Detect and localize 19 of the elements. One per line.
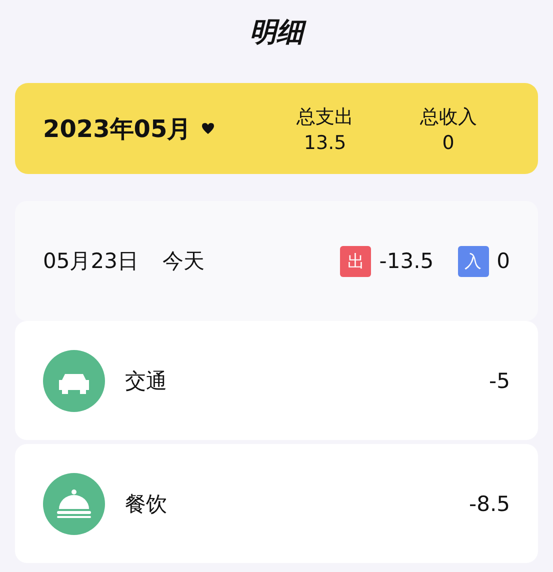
entry-amount: -8.5 (469, 492, 510, 516)
income-badge: 入 (458, 246, 489, 276)
income-total: 0 (442, 132, 454, 154)
food-cover-icon (43, 472, 105, 534)
entry-category: 交通 (125, 368, 168, 394)
entry-row[interactable]: 餐饮 -8.5 (15, 444, 538, 563)
day-label: 今天 (162, 248, 206, 275)
expense-badge: 出 (340, 246, 372, 276)
expense-label: 总支出 (296, 104, 354, 130)
day-date: 05月23日 (43, 248, 138, 275)
entry-amount: -5 (489, 368, 510, 392)
entry-row[interactable]: 交通 -5 (15, 321, 538, 440)
expense-total: 13.5 (304, 132, 346, 154)
income-label: 总收入 (420, 104, 477, 130)
car-icon (43, 350, 105, 412)
month-picker[interactable]: 2023年05月 (43, 112, 264, 144)
entry-category: 餐饮 (125, 490, 168, 518)
day-expense: -13.5 (379, 249, 434, 273)
day-income: 0 (496, 249, 510, 273)
